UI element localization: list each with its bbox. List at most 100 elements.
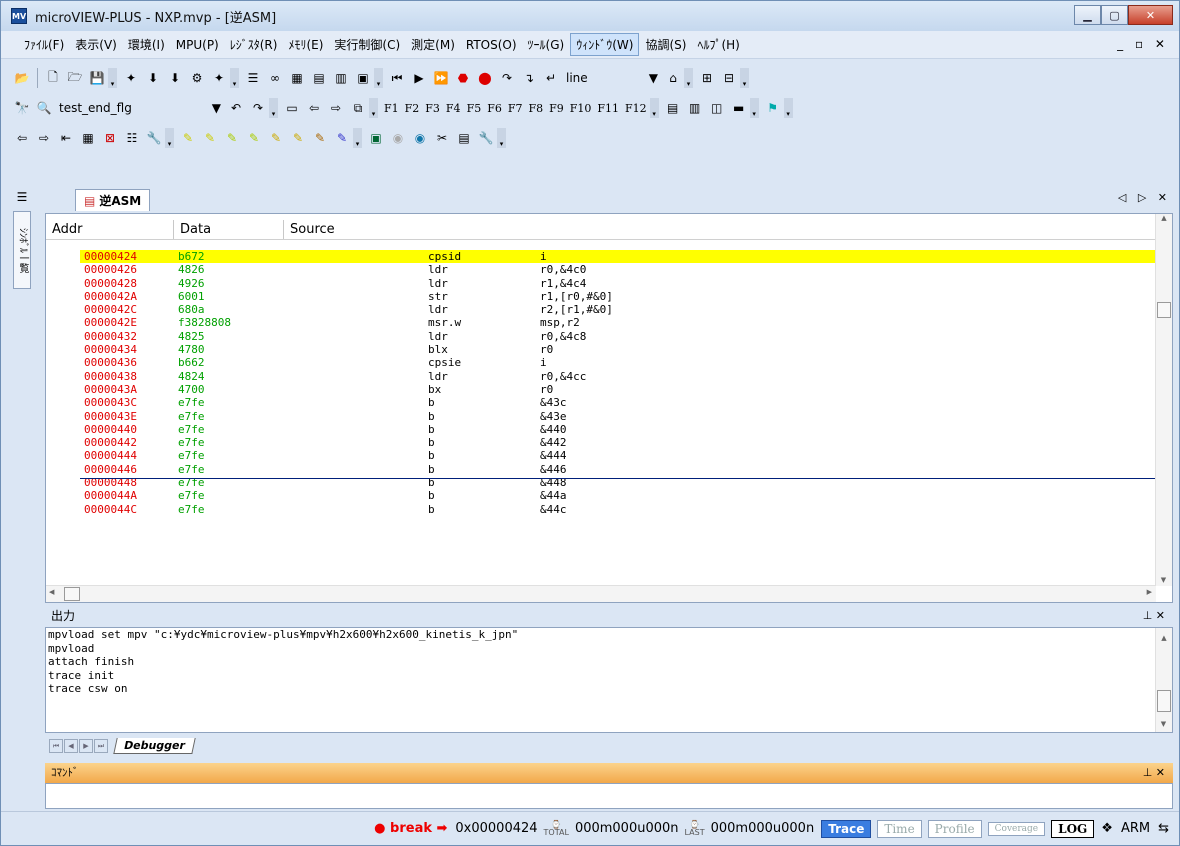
- line-combo[interactable]: line ▼: [562, 68, 662, 88]
- clear-icon[interactable]: ⊠: [100, 128, 120, 148]
- scroll-thumb[interactable]: [1157, 302, 1171, 318]
- binoculars-icon[interactable]: 🔭: [12, 98, 32, 118]
- table-row[interactable]: 00000426 4826 ldr r0,&4c0: [80, 263, 1156, 276]
- wrench-icon[interactable]: 🔧: [144, 128, 164, 148]
- symbol-list-icon[interactable]: ☰: [12, 187, 32, 207]
- menu-item-4[interactable]: ﾚｼﾞｽﾀ(R): [225, 34, 283, 55]
- save-icon[interactable]: 💾: [87, 68, 107, 88]
- pin-icon[interactable]: ⊥ ✕: [1143, 763, 1165, 783]
- pen-icon[interactable]: ✎: [310, 128, 330, 148]
- flag-icon[interactable]: ⚑: [763, 98, 783, 118]
- column-data[interactable]: Data: [174, 220, 284, 239]
- map-icon[interactable]: ✦: [121, 68, 141, 88]
- toolbar-dropdown[interactable]: ▾: [108, 68, 117, 88]
- pen-icon[interactable]: ✎: [288, 128, 308, 148]
- function-key-f8[interactable]: F8: [528, 102, 543, 115]
- tab-controls[interactable]: ◁ ▷ ✕: [1118, 191, 1171, 204]
- minimize-button[interactable]: ▁: [1074, 5, 1101, 25]
- new-file-icon[interactable]: 🗋: [43, 68, 63, 88]
- command-input[interactable]: [45, 783, 1173, 809]
- break-status[interactable]: ● break ➡: [374, 821, 447, 836]
- jump-icon[interactable]: ⇤: [56, 128, 76, 148]
- pause-icon[interactable]: ◉: [410, 128, 430, 148]
- scroll-up-icon[interactable]: ▲: [1156, 214, 1172, 222]
- symbol-combo[interactable]: test_end_flg ▼: [55, 98, 225, 118]
- table-row[interactable]: 00000438 4824 ldr r0,&4cc: [80, 370, 1156, 383]
- function-key-f1[interactable]: F1: [384, 102, 399, 115]
- vertical-scrollbar[interactable]: ▲ ▼: [1155, 214, 1172, 586]
- table-row[interactable]: 00000446 e7fe b &446: [80, 463, 1156, 476]
- horizontal-scrollbar[interactable]: ◀ ▶: [46, 585, 1156, 602]
- arrow-left-icon[interactable]: ⇦: [12, 128, 32, 148]
- menu-item-0[interactable]: ﾌｧｲﾙ(F): [19, 34, 69, 55]
- toolbar-dropdown[interactable]: ▾: [369, 98, 378, 118]
- toolbar-dropdown[interactable]: ▾: [374, 68, 383, 88]
- function-key-f10[interactable]: F10: [570, 102, 592, 115]
- toolbar-dropdown[interactable]: ▾: [749, 98, 759, 118]
- forward-icon[interactable]: ⇨: [326, 98, 346, 118]
- function-key-f6[interactable]: F6: [487, 102, 502, 115]
- tab-disassembly[interactable]: ▤ 逆ASM: [75, 189, 151, 211]
- pen-icon[interactable]: ✎: [332, 128, 352, 148]
- layout-icon[interactable]: ⧉: [348, 98, 368, 118]
- pen-icon[interactable]: ✎: [200, 128, 220, 148]
- mpu-icon[interactable]: ✦: [209, 68, 229, 88]
- tab-debugger[interactable]: Debugger: [113, 738, 196, 754]
- next-tab-icon[interactable]: ▶: [79, 739, 93, 753]
- table-row[interactable]: 00000432 4825 ldr r0,&4c8: [80, 330, 1156, 343]
- menu-item-12[interactable]: ﾍﾙﾌﾟ(H): [692, 34, 744, 55]
- pen-icon[interactable]: ✎: [222, 128, 242, 148]
- toolbar-dropdown[interactable]: ▾: [230, 68, 239, 88]
- table-row[interactable]: 00000434 4780 blx r0: [80, 343, 1156, 356]
- menu-item-2[interactable]: 環境(I): [123, 34, 170, 55]
- function-key-f5[interactable]: F5: [467, 102, 482, 115]
- table-row[interactable]: 0000043A 4700 bx r0: [80, 383, 1156, 396]
- scroll-down-icon[interactable]: ▼: [1156, 576, 1171, 584]
- arrange-icon[interactable]: ▬: [729, 98, 749, 118]
- download-symbol-icon[interactable]: ⬇: [165, 68, 185, 88]
- function-key-f2[interactable]: F2: [405, 102, 420, 115]
- toolbar-dropdown[interactable]: ▾: [783, 98, 793, 118]
- table-row[interactable]: 0000042E f3828808 msr.w msp,r2: [80, 316, 1156, 329]
- memory-icon[interactable]: ▦: [287, 68, 307, 88]
- cascade-icon[interactable]: ▤: [663, 98, 683, 118]
- table-row[interactable]: 0000044C e7fe b &44c: [80, 503, 1156, 516]
- back-icon[interactable]: ⇦: [304, 98, 324, 118]
- symbol-list-tab[interactable]: ｼﾝﾎﾞﾙ一覧: [13, 211, 31, 289]
- home-icon[interactable]: ⌂: [663, 68, 683, 88]
- time-button[interactable]: Time: [877, 819, 922, 838]
- tile-vertical-icon[interactable]: ◫: [707, 98, 727, 118]
- table-row[interactable]: 00000444 e7fe b &444: [80, 449, 1156, 462]
- window-icon[interactable]: ▭: [282, 98, 302, 118]
- output-scrollbar[interactable]: ▲ ▼: [1155, 628, 1172, 732]
- toolbar-dropdown[interactable]: ▾: [497, 128, 506, 148]
- table-row[interactable]: 0000042C 680a ldr r2,[r1,#&0]: [80, 303, 1156, 316]
- step-over-icon[interactable]: ↷: [497, 68, 517, 88]
- pen-icon[interactable]: ✎: [244, 128, 264, 148]
- pen-icon[interactable]: ✎: [178, 128, 198, 148]
- go-icon[interactable]: ▶: [409, 68, 429, 88]
- toolbar-dropdown[interactable]: ▾: [649, 98, 659, 118]
- function-key-f4[interactable]: F4: [446, 102, 461, 115]
- prev-tab-icon[interactable]: ◀: [64, 739, 78, 753]
- column-source[interactable]: Source: [284, 220, 354, 239]
- scroll-thumb[interactable]: [64, 587, 80, 601]
- reset-icon[interactable]: ⏮: [387, 68, 407, 88]
- table-row[interactable]: 0000044A e7fe b &44a: [80, 489, 1156, 502]
- last-tab-icon[interactable]: ⏭: [94, 739, 108, 753]
- scroll-left-icon[interactable]: ◀: [49, 588, 54, 596]
- function-key-f7[interactable]: F7: [508, 102, 523, 115]
- record-icon[interactable]: ◉: [388, 128, 408, 148]
- table-row[interactable]: 0000043E e7fe b &43e: [80, 410, 1156, 423]
- menu-item-11[interactable]: 協調(S): [640, 34, 691, 55]
- grid-icon[interactable]: ▦: [78, 128, 98, 148]
- table-row[interactable]: 0000042A 6001 str r1,[r0,#&0]: [80, 290, 1156, 303]
- break-icon[interactable]: ▤: [309, 68, 329, 88]
- column-addr[interactable]: Addr: [46, 220, 174, 239]
- table-row[interactable]: 00000428 4926 ldr r1,&4c4: [80, 277, 1156, 290]
- stop-icon[interactable]: ⬤: [475, 68, 495, 88]
- find-symbol-icon[interactable]: 🔍: [34, 98, 54, 118]
- toolbar-dropdown[interactable]: ▾: [353, 128, 362, 148]
- next-icon[interactable]: ↷: [248, 98, 268, 118]
- open-icon[interactable]: 🗁: [65, 68, 85, 88]
